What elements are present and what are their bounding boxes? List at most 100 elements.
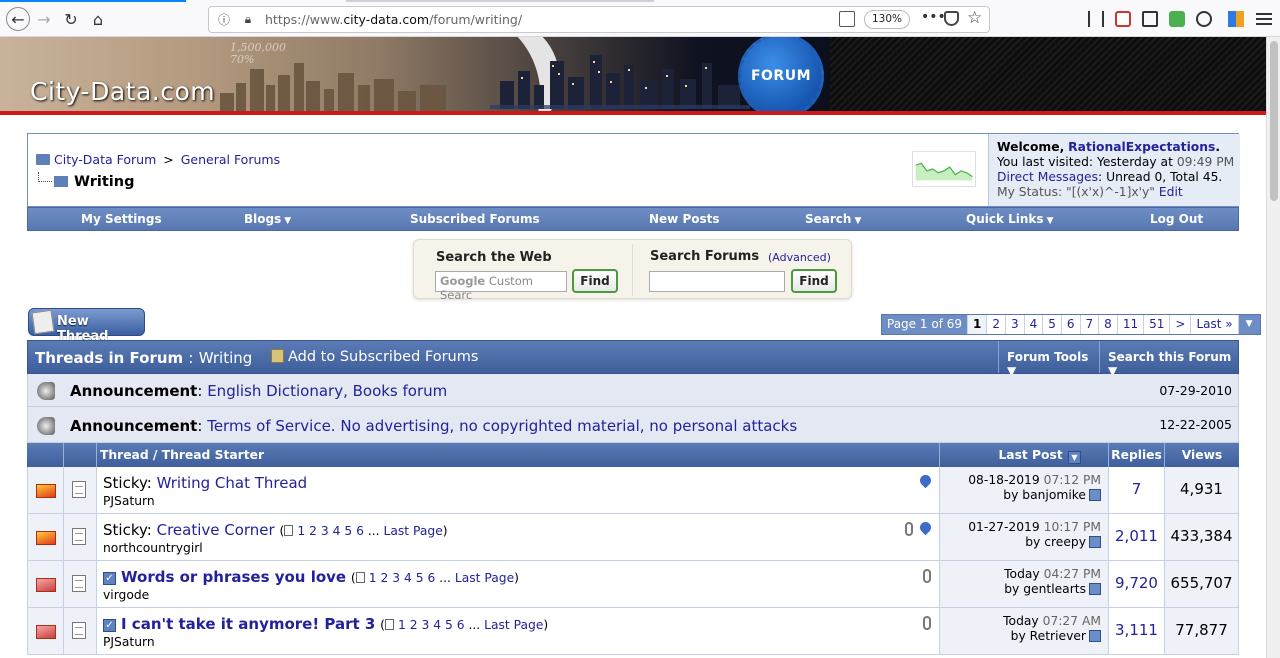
web-find-button[interactable]: Find (572, 269, 618, 293)
thread-last-page-link[interactable]: Last Page (383, 524, 442, 538)
new-posts-folder-icon[interactable] (36, 531, 56, 545)
hot-thread-folder-icon[interactable] (36, 625, 56, 639)
thread-starter[interactable]: PJSaturn (103, 635, 155, 649)
nav-search[interactable]: Search ▼ (805, 212, 861, 226)
last-poster-link[interactable]: banjomike (1022, 488, 1101, 502)
reload-icon[interactable]: ↻ (60, 8, 82, 30)
last-poster-link[interactable]: gentlearts (1023, 582, 1101, 596)
page-link[interactable]: 3 (1004, 315, 1024, 334)
thread-page-link[interactable]: 2 (380, 571, 388, 585)
thread-column-header[interactable]: Thread / Thread Starter (96, 443, 939, 467)
thread-page-link[interactable]: 4 (333, 524, 341, 538)
nav-blogs[interactable]: Blogs ▼ (244, 212, 291, 226)
thread-last-page-link[interactable]: Last Page (484, 618, 543, 632)
thread-last-page-link[interactable]: Last Page (455, 571, 514, 585)
forum-tools-menu[interactable]: Forum Tools ▼ (998, 341, 1098, 378)
edit-status-link[interactable]: Edit (1159, 185, 1183, 199)
site-logo[interactable]: City-Data.com (30, 77, 215, 106)
thread-page-link[interactable]: 5 (344, 524, 352, 538)
pocket-icon[interactable] (944, 11, 959, 26)
thread-page-link[interactable]: 2 (410, 618, 418, 632)
page-scrollbar[interactable] (1266, 37, 1280, 658)
breadcrumb-parent-link[interactable]: General Forums (181, 152, 280, 167)
extension-icon[interactable] (1228, 11, 1244, 27)
back-icon[interactable]: ← (6, 7, 30, 31)
thread-page-link[interactable]: 1 (369, 571, 377, 585)
zoom-level[interactable]: 130% (864, 10, 911, 29)
thread-page-link[interactable]: 6 (457, 618, 465, 632)
page-link[interactable]: 6 (1060, 315, 1080, 334)
last-page-link[interactable]: Last » (1190, 315, 1237, 334)
replies-link[interactable]: 9,720 (1115, 574, 1158, 592)
new-thread-button[interactable]: New Thread (28, 308, 145, 344)
page-link[interactable]: 8 (1098, 315, 1117, 334)
hamburger-menu-icon[interactable] (1256, 13, 1272, 25)
last-poster-link[interactable]: Retriever (1030, 629, 1101, 643)
announcement-link[interactable]: English Dictionary, Books forum (207, 382, 447, 400)
activity-sparkline[interactable] (912, 151, 976, 187)
search-this-forum-menu[interactable]: Search this Forum ▼ (1099, 341, 1239, 378)
go-to-last-post-icon[interactable] (1089, 489, 1101, 501)
replies-link[interactable]: 3,111 (1115, 621, 1158, 639)
page-link[interactable]: 1 (966, 315, 987, 334)
last-poster-link[interactable]: creepy (1044, 535, 1101, 549)
add-subscription-link[interactable]: Add to Subscribed Forums (271, 349, 478, 365)
replies-link[interactable]: 2,011 (1115, 527, 1158, 545)
nav-log-out[interactable]: Log Out (1150, 212, 1206, 226)
nav-subscribed-forums[interactable]: Subscribed Forums (410, 212, 543, 226)
sidebar-icon[interactable] (1142, 11, 1158, 27)
hot-thread-folder-icon[interactable] (36, 578, 56, 592)
page-link[interactable]: 2 (986, 315, 1005, 334)
thread-starter[interactable]: northcountrygirl (103, 541, 203, 555)
extension-icon[interactable] (1169, 11, 1185, 27)
thread-page-link[interactable]: 5 (445, 618, 453, 632)
address-bar[interactable]: ⓘ 🔒︎ https://www.city-data.com/forum/wri… (208, 6, 990, 33)
next-page-link[interactable]: > (1169, 315, 1190, 334)
thread-title-link[interactable]: Creative Corner (157, 521, 275, 539)
thread-starter[interactable]: PJSaturn (103, 494, 155, 508)
last-post-column-header[interactable]: Last Post ▼ (939, 443, 1108, 467)
replies-link[interactable]: 7 (1132, 480, 1142, 498)
page-link[interactable]: 4 (1023, 315, 1043, 334)
thread-title-link[interactable]: Writing Chat Thread (157, 474, 308, 492)
thread-page-link[interactable]: 6 (356, 524, 364, 538)
forum-search-input[interactable] (649, 271, 785, 292)
thread-title-link[interactable]: I can't take it anymore! Part 3 (121, 615, 375, 633)
go-to-last-post-icon[interactable] (1089, 630, 1101, 642)
nav-my-settings[interactable]: My Settings (81, 212, 165, 226)
sort-descending-icon[interactable]: ▼ (1068, 451, 1081, 464)
reader-view-icon[interactable] (839, 11, 855, 27)
web-search-input[interactable]: Google Custom Searc (435, 271, 567, 302)
thread-page-link[interactable]: 1 (398, 618, 406, 632)
home-icon[interactable]: ⌂ (87, 8, 109, 30)
nav-new-posts[interactable]: New Posts (649, 212, 723, 226)
extension-icon[interactable] (1115, 11, 1131, 27)
thread-page-link[interactable]: 6 (427, 571, 435, 585)
views-column-header[interactable]: Views (1164, 443, 1239, 467)
thread-page-link[interactable]: 5 (416, 571, 424, 585)
thread-page-link[interactable]: 2 (309, 524, 317, 538)
username-link[interactable]: RationalExpectations (1068, 140, 1215, 154)
direct-messages-link[interactable]: Direct Messages (997, 170, 1098, 184)
lock-icon[interactable]: 🔒︎ (239, 11, 257, 29)
info-icon[interactable]: ⓘ (215, 11, 233, 29)
nav-quick-links[interactable]: Quick Links ▼ (966, 212, 1053, 226)
thread-page-link[interactable]: 4 (404, 571, 412, 585)
scrollbar-thumb[interactable] (1270, 41, 1278, 201)
page-link[interactable]: 5 (1042, 315, 1061, 334)
breadcrumb-root-link[interactable]: City-Data Forum (54, 152, 156, 167)
thread-page-link[interactable]: 1 (297, 524, 305, 538)
thread-page-link[interactable]: 3 (392, 571, 400, 585)
forum-badge[interactable]: FORUM (738, 37, 824, 115)
announcement-link[interactable]: Terms of Service. No advertising, no cop… (207, 417, 797, 435)
thread-page-link[interactable]: 3 (321, 524, 329, 538)
page-link[interactable]: 7 (1079, 315, 1099, 334)
account-icon[interactable] (1196, 11, 1212, 27)
page-link[interactable]: 51 (1143, 315, 1169, 334)
go-to-last-post-icon[interactable] (1089, 536, 1101, 548)
url-text[interactable]: https://www.city-data.com/forum/writing/ (265, 12, 522, 27)
page-link[interactable]: 11 (1116, 315, 1143, 334)
advanced-search-link[interactable]: (Advanced) (768, 251, 831, 264)
thread-page-link[interactable]: 4 (433, 618, 441, 632)
new-posts-folder-icon[interactable] (36, 484, 56, 498)
